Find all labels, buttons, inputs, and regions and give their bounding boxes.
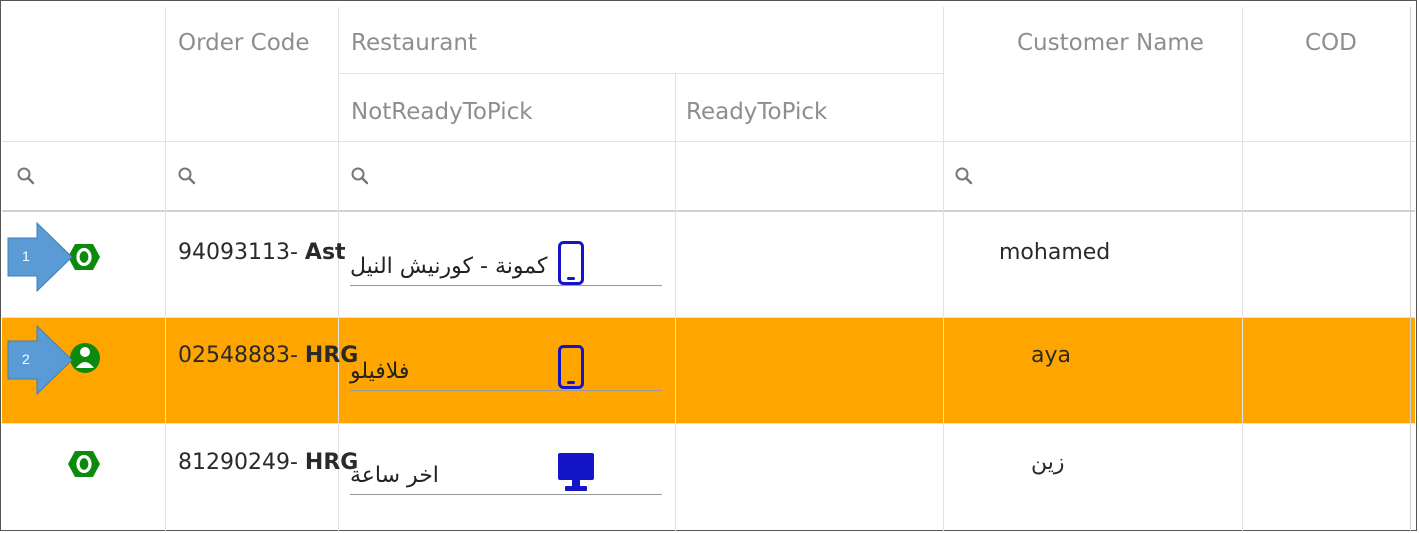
customer-name: mohamed: [999, 240, 1111, 265]
grid-line: [2, 210, 1415, 212]
search-icon[interactable]: [350, 166, 370, 186]
mobile-phone-icon[interactable]: [558, 241, 584, 285]
restaurant-field[interactable]: فلافيلو: [350, 355, 662, 391]
grid-line: [943, 7, 944, 531]
grid-line: [2, 141, 1415, 142]
header-order-code[interactable]: Order Code: [178, 30, 310, 56]
callout-number: 2: [22, 351, 30, 367]
search-icon[interactable]: [177, 166, 197, 186]
header-cod[interactable]: COD: [1305, 30, 1357, 56]
callout-arrow: [7, 222, 73, 292]
order-code[interactable]: 94093113- Ast: [178, 240, 346, 266]
order-code-number: 02548883-: [178, 343, 298, 368]
order-code[interactable]: 81290249- HRG: [178, 450, 358, 476]
desktop-monitor-icon[interactable]: [556, 451, 596, 493]
grid-line: [1410, 7, 1411, 531]
header-ready-to-pick[interactable]: ReadyToPick: [686, 99, 827, 125]
search-icon[interactable]: [16, 166, 36, 186]
header-customer-name[interactable]: Customer Name: [1017, 30, 1204, 56]
order-code-number: 94093113-: [178, 240, 298, 265]
header-restaurant[interactable]: Restaurant: [351, 30, 477, 56]
callout-arrow: [7, 325, 73, 395]
restaurant-field[interactable]: اخر ساعة: [350, 459, 662, 495]
customer-name: aya: [1031, 343, 1071, 368]
order-code-city: Ast: [304, 240, 346, 265]
search-icon[interactable]: [954, 166, 974, 186]
grid-line: [2, 423, 1415, 424]
highlighted-row-bg: [2, 318, 1415, 423]
grid-line: [2, 317, 1415, 318]
circle-o-icon[interactable]: [67, 450, 101, 478]
mobile-phone-icon[interactable]: [558, 345, 584, 389]
header-not-ready-to-pick[interactable]: NotReadyToPick: [351, 99, 533, 125]
grid-line: [165, 7, 166, 531]
restaurant-name: فلافيلو: [350, 359, 410, 384]
order-code-number: 81290249-: [178, 450, 298, 475]
grid-line: [1242, 7, 1243, 531]
customer-name: زين: [1031, 450, 1065, 475]
grid-line: [675, 73, 676, 531]
restaurant-field[interactable]: كمونة - كورنيش النيل: [350, 250, 662, 286]
restaurant-name: كمونة - كورنيش النيل: [350, 254, 548, 279]
callout-number: 1: [22, 248, 30, 264]
order-code[interactable]: 02548883- HRG: [178, 343, 358, 369]
person-icon[interactable]: [69, 340, 101, 376]
grid-line: [338, 73, 943, 74]
restaurant-name: اخر ساعة: [350, 463, 439, 488]
